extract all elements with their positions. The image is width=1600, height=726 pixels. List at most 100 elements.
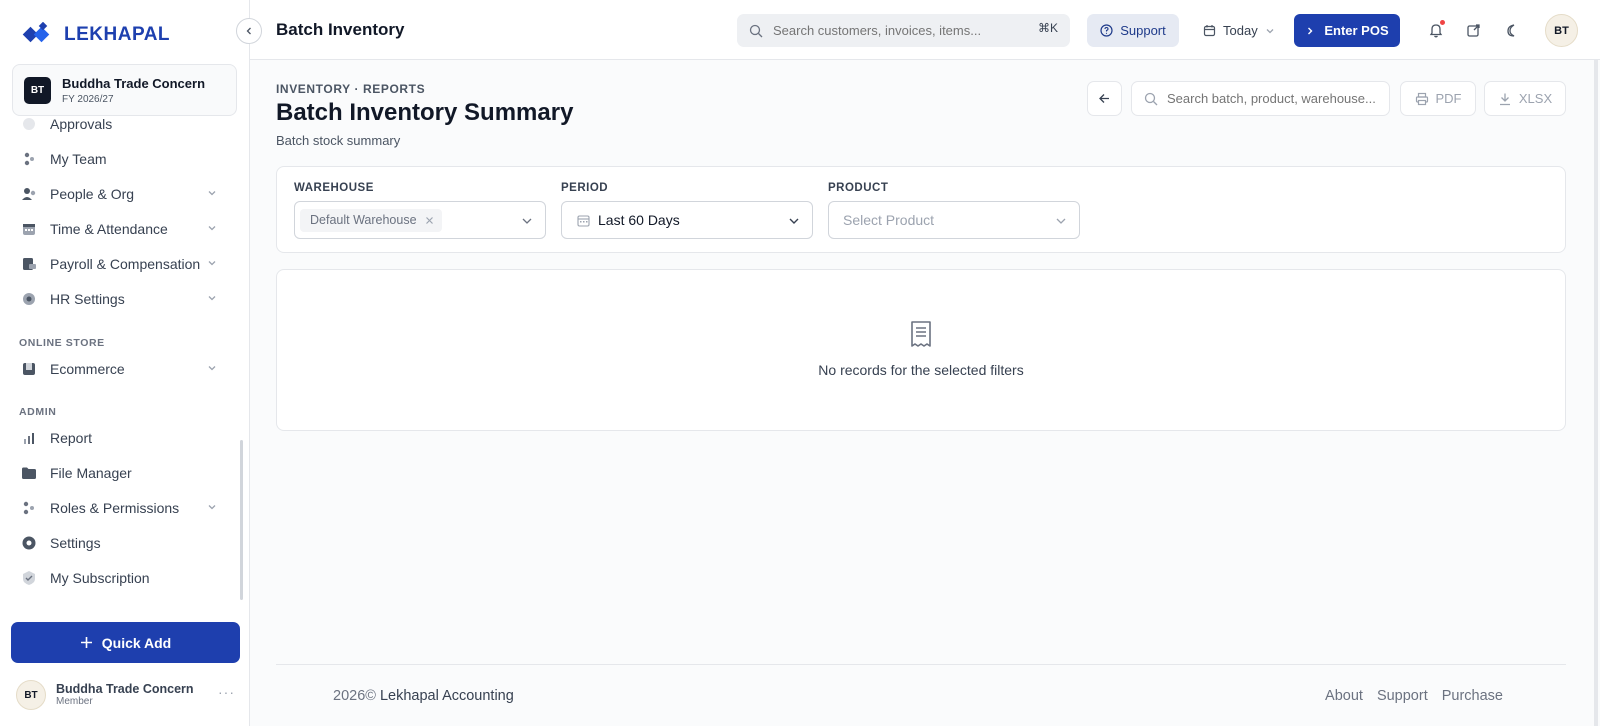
report-search-input[interactable] <box>1167 91 1382 106</box>
gear-icon <box>20 290 38 308</box>
sidebar-item-settings[interactable]: Settings <box>0 526 240 560</box>
sidebar-item-label: My Team <box>50 151 107 167</box>
sidebar-item-file-manager[interactable]: File Manager <box>0 456 240 490</box>
warehouse-filter: WAREHOUSE Default Warehouse <box>294 182 546 239</box>
product-select[interactable]: Select Product <box>828 201 1080 239</box>
logo-mark-icon <box>22 22 50 43</box>
copyright-year: 2026© <box>333 688 376 704</box>
sidebar-item-label: Settings <box>50 535 101 551</box>
avatar[interactable]: BT <box>1545 14 1578 47</box>
product-placeholder: Select Product <box>843 212 935 228</box>
sidebar-item-hr-settings[interactable]: HR Settings <box>0 282 240 316</box>
sidebar-item-label: File Manager <box>50 465 132 481</box>
chevron-down-icon <box>207 363 217 376</box>
footer-links: About Support Purchase <box>1325 688 1503 704</box>
download-icon <box>1499 93 1510 105</box>
fiscal-year: FY 2026/27 <box>62 93 114 105</box>
support-label: Support <box>1120 23 1166 38</box>
calendar-icon <box>20 220 38 238</box>
page-scrollbar[interactable] <box>1594 60 1598 726</box>
nav-section-online-store: ONLINE STORE <box>19 337 105 349</box>
selected-chip: Default Warehouse <box>300 208 442 232</box>
sidebar-item-people-org[interactable]: People & Org <box>0 177 240 211</box>
sidebar-scrollbar[interactable] <box>240 440 243 600</box>
theme-toggle-button[interactable] <box>1501 20 1521 40</box>
chevron-down-icon <box>788 214 800 232</box>
notification-dot <box>1440 20 1445 25</box>
collapse-sidebar-button[interactable] <box>236 18 262 44</box>
filter-panel: WAREHOUSE Default Warehouse PERIOD Last … <box>276 166 1566 253</box>
user-menu[interactable]: BT Buddha Trade Concern Member ··· <box>16 680 240 710</box>
shortcut-hint: ⌘K <box>1037 21 1058 35</box>
quick-add-button[interactable]: Quick Add <box>11 622 240 663</box>
sidebar-item-roles-permissions[interactable]: Roles & Permissions <box>0 491 240 525</box>
sidebar-item-label: People & Org <box>50 186 135 202</box>
settings-icon <box>20 534 38 552</box>
sidebar-item-label: HR Settings <box>50 291 125 307</box>
topbar: Batch Inventory ⌘K Support Today Enter P… <box>250 0 1600 60</box>
export-xlsx-button[interactable]: XLSX <box>1484 81 1566 116</box>
filter-label: PRODUCT <box>828 182 889 194</box>
chip-label: Default Warehouse <box>310 213 417 227</box>
people-icon <box>20 185 38 203</box>
filter-label: PERIOD <box>561 182 609 194</box>
sidebar-item-payroll[interactable]: Payroll & Compensation <box>0 247 240 281</box>
company-switcher[interactable]: BT Buddha Trade Concern FY 2026/27 <box>12 64 237 116</box>
store-icon <box>20 360 38 378</box>
support-button[interactable]: Support <box>1087 14 1179 47</box>
period-select[interactable]: Last 60 Days <box>561 201 813 239</box>
page-title-bar: Batch Inventory <box>276 20 405 39</box>
roles-icon <box>20 499 38 517</box>
moon-icon <box>1506 23 1514 37</box>
main-content: INVENTORY · REPORTS Batch Inventory Summ… <box>250 60 1600 726</box>
sidebar-item-label: Time & Attendance <box>50 221 168 237</box>
approvals-icon <box>20 118 38 133</box>
sidebar-nav: Approvals My Team People & Org Time & At… <box>0 118 240 610</box>
chevron-down-icon <box>207 502 217 515</box>
quick-add-label: Quick Add <box>101 634 172 651</box>
more-options-icon[interactable]: ··· <box>218 684 235 700</box>
user-name: Buddha Trade Concern <box>56 682 194 696</box>
sidebar-item-label: Ecommerce <box>50 361 125 377</box>
footer-link-support[interactable]: Support <box>1377 688 1428 704</box>
sidebar-item-my-subscription[interactable]: My Subscription <box>0 561 240 595</box>
badge-check-icon <box>20 569 38 587</box>
notifications-button[interactable] <box>1426 20 1446 40</box>
breadcrumb: INVENTORY · REPORTS <box>276 82 426 96</box>
date-filter-label: Today <box>1223 23 1258 38</box>
warehouse-select[interactable]: Default Warehouse <box>294 201 546 239</box>
sidebar-item-label: Report <box>50 430 93 446</box>
footer-copyright: 2026© Lekhapal Accounting <box>333 688 514 704</box>
export-pdf-button[interactable]: PDF <box>1400 81 1476 116</box>
printer-icon <box>1415 92 1428 105</box>
back-button[interactable] <box>1087 81 1122 116</box>
avatar: BT <box>16 680 46 710</box>
filter-label: WAREHOUSE <box>294 182 374 194</box>
global-search-input[interactable] <box>773 23 1023 38</box>
company-name: Buddha Trade Concern <box>62 75 206 91</box>
brand-logo[interactable]: LEKHAPAL <box>22 22 170 48</box>
footer-link-purchase[interactable]: Purchase <box>1442 688 1503 704</box>
enter-pos-button[interactable]: Enter POS <box>1294 14 1400 47</box>
date-filter-dropdown[interactable]: Today <box>1203 14 1275 47</box>
sidebar-item-report[interactable]: Report <box>0 421 240 455</box>
sidebar-item-ecommerce[interactable]: Ecommerce <box>0 352 240 386</box>
open-external-button[interactable] <box>1463 20 1483 40</box>
sidebar-item-approvals[interactable]: Approvals <box>0 118 240 141</box>
brand-name: LEKHAPAL <box>64 24 171 45</box>
page-subtitle: Batch stock summary <box>276 133 401 148</box>
report-search[interactable] <box>1131 81 1390 116</box>
chevron-down-icon <box>207 258 217 271</box>
folder-icon <box>20 464 38 482</box>
footer-link-about[interactable]: About <box>1325 688 1363 704</box>
search-icon <box>749 24 763 37</box>
remove-chip-icon[interactable] <box>425 213 434 228</box>
sidebar-item-time-attendance[interactable]: Time & Attendance <box>0 212 240 246</box>
period-filter: PERIOD Last 60 Days <box>561 182 813 239</box>
product-filter: PRODUCT Select Product <box>828 182 1080 239</box>
global-search[interactable]: ⌘K <box>737 14 1070 47</box>
pdf-label: PDF <box>1435 91 1462 106</box>
user-role: Member <box>56 696 93 707</box>
payroll-icon <box>20 255 38 273</box>
sidebar-item-my-team[interactable]: My Team <box>0 142 240 176</box>
